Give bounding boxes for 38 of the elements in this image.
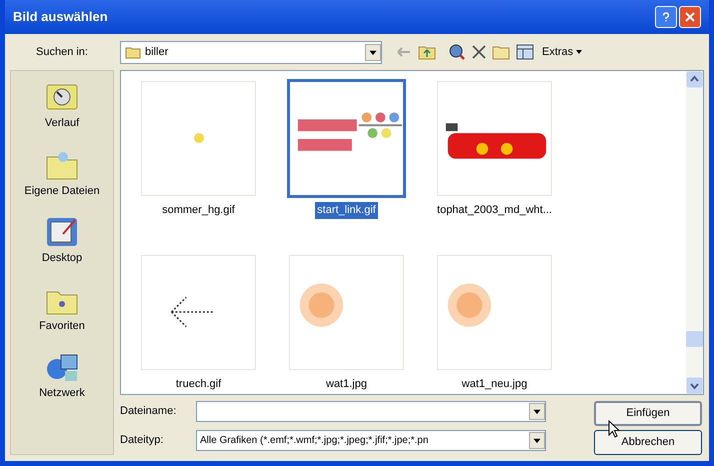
places-item[interactable]: Desktop xyxy=(42,216,82,266)
dialog-button[interactable]: Abbrechen xyxy=(594,430,702,455)
scroll-thumb[interactable] xyxy=(686,331,703,347)
folder-icon xyxy=(125,45,141,59)
help-icon xyxy=(662,11,670,23)
views-icon[interactable] xyxy=(516,44,534,60)
look-in-dropdown[interactable]: biller xyxy=(120,40,382,64)
dialog-button[interactable]: Einfügen xyxy=(594,401,702,426)
folder-name: biller xyxy=(145,44,170,60)
file-name: sommer_hg.gif xyxy=(161,203,236,218)
file-name: wat1.jpg xyxy=(325,376,368,392)
scroll-up-icon[interactable] xyxy=(686,71,703,88)
desktop-icon xyxy=(44,216,79,248)
places-item[interactable]: Netzwerk xyxy=(39,351,85,402)
mouse-cursor-icon xyxy=(608,420,620,438)
file-name: truech.gif xyxy=(174,376,222,392)
file-name: tophat_2003_md_wht... xyxy=(436,203,553,218)
delete-icon[interactable] xyxy=(472,45,486,59)
look-in-label: Suchen in: xyxy=(35,44,89,60)
places-item[interactable]: Verlauf xyxy=(44,81,80,132)
help-button[interactable] xyxy=(655,6,677,28)
file-name: wat1_neu.jpg xyxy=(460,376,528,392)
places-item[interactable]: Favoriten xyxy=(39,284,85,334)
filetype-label: Dateityp: xyxy=(120,433,164,448)
filename-field[interactable] xyxy=(196,401,546,422)
up-folder-icon[interactable] xyxy=(418,44,436,60)
close-button[interactable] xyxy=(679,6,701,28)
file-name: start_link.gif xyxy=(315,202,378,218)
window-title: Bild auswählen xyxy=(13,8,109,26)
extras-menu-button[interactable]: Extras xyxy=(540,44,584,60)
search-icon[interactable] xyxy=(448,43,466,61)
filename-label: Dateiname: xyxy=(120,404,178,420)
places-item[interactable]: Eigene Dateien xyxy=(24,148,100,199)
scrollbar[interactable] xyxy=(686,71,703,394)
filetype-dropdown[interactable]: Alle Grafiken (*.emf;*.wmf;*.jpg;*.jpeg;*.jfif;*.jpe;*.pn xyxy=(196,430,546,451)
scroll-down-icon[interactable] xyxy=(686,377,703,394)
close-icon xyxy=(685,12,695,22)
caret-icon xyxy=(576,50,582,54)
